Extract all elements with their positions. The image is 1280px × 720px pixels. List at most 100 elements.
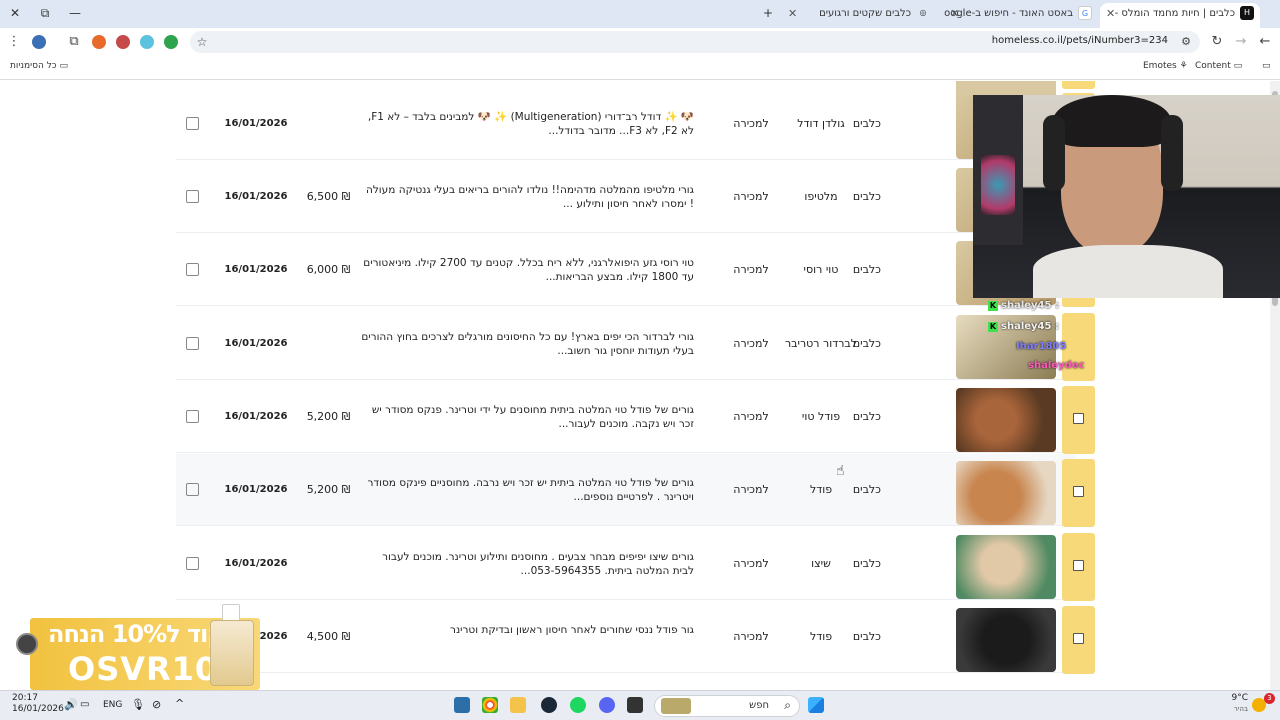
bookmark-folder-icon[interactable]: ▭ (1262, 61, 1271, 71)
chat-message: Kshaley45 : (988, 300, 1059, 311)
listing-date: 16/01/2026 (224, 264, 288, 275)
tab-homeless[interactable]: H כלבים | חיות מחמד הומלס - ✕ (1100, 3, 1260, 28)
tab-quiet-dogs[interactable]: ◎ כלבים שקטים ורגועים ✕ (782, 3, 934, 25)
listing-category: כלבים (852, 263, 881, 276)
maximize-window-button[interactable]: ⧉ (34, 4, 56, 22)
windows-start-icon[interactable] (808, 697, 824, 713)
taskbar-search[interactable]: חפש ⌕ (654, 695, 800, 717)
listing-price: 4,500 ₪ (306, 630, 351, 643)
new-tab-button[interactable]: + (757, 4, 779, 22)
listing-row[interactable]: 16/01/20264,500 ₪גור פודל ננסי שחורים לא… (176, 601, 1076, 673)
url-text[interactable]: homeless.co.il/pets/iNumber3=234 (992, 35, 1168, 46)
extensions-icon[interactable]: ⧉ (66, 34, 82, 50)
network-icon[interactable]: ▭ (80, 699, 89, 710)
open-in-new-icon[interactable] (186, 483, 199, 496)
chrome-icon[interactable] (482, 697, 498, 713)
accessibility-button[interactable] (16, 633, 38, 655)
reload-icon[interactable]: ↻ (1209, 34, 1225, 50)
listing-price: 5,200 ₪ (306, 410, 351, 423)
minimize-window-button[interactable]: — (64, 4, 86, 22)
address-bar[interactable]: ☆ homeless.co.il/pets/iNumber3=234 ⚙ (190, 31, 1200, 53)
select-checkbox[interactable] (1073, 633, 1084, 644)
listing-row[interactable]: 16/01/2026 5,200 ₪ גורים של פודל טוי המלטה… (176, 381, 1076, 453)
open-in-new-icon[interactable] (186, 410, 199, 423)
close-tab-icon[interactable]: ✕ (950, 3, 959, 25)
painting-art (981, 155, 1015, 215)
volume-icon[interactable]: 🔊 (64, 698, 78, 711)
listing-photo[interactable] (956, 461, 1056, 525)
listing-row[interactable]: 16/01/2026 6,500 ₪ גורי מלטיפו מהמלטה מדהי… (176, 161, 1076, 233)
more-menu-icon[interactable]: ⋮ (6, 34, 22, 50)
extension-icon[interactable] (92, 35, 106, 49)
open-in-new-icon[interactable] (186, 557, 199, 570)
forward-arrow-icon[interactable]: → (1233, 34, 1249, 50)
promo-code: OSVR10 (68, 650, 219, 688)
tab-google-search[interactable]: G באסט האונד - חיפוש ב-Google ✕ (944, 3, 1096, 25)
clock[interactable]: 20:17 16/01/2026 (12, 693, 64, 715)
bookmark-label: כל הסימניות (10, 61, 57, 71)
language-indicator[interactable]: ENG (103, 700, 122, 710)
clock-date: 16/01/2026 (12, 704, 64, 714)
close-window-button[interactable]: ✕ (4, 4, 26, 22)
listing-photo[interactable] (956, 388, 1056, 452)
listing-description[interactable]: גורי לברדור הכי יפים בארץ! עם כל החיסוני… (361, 330, 694, 360)
listing-row[interactable]: 16/01/2026 🐶 ✨ דודל רב־דורי (Multigenerat… (176, 88, 1076, 160)
obs-icon[interactable] (627, 697, 643, 713)
listing-row[interactable]: 16/01/2026 גורים שיצו יפיפים מבחר צבעים .… (176, 528, 1076, 600)
select-checkbox[interactable] (1073, 486, 1084, 497)
close-tab-icon[interactable]: ✕ (788, 3, 797, 25)
bookmark-label: Content (1195, 61, 1231, 71)
listing-description[interactable]: גורים שיצו יפיפים מבחר צבעים . מחוסנים ו… (361, 550, 694, 580)
listing-price: 6,000 ₪ (306, 263, 351, 276)
listing-photo[interactable] (956, 535, 1056, 599)
folder-icon[interactable] (510, 697, 526, 713)
chat-message: shaleydec (1028, 360, 1084, 372)
listing-description[interactable]: 🐶 ✨ דודל רב־דורי (Multigeneration) ✨ 🐶 ל… (361, 110, 694, 140)
globe-favicon-icon: ◎ (919, 8, 927, 17)
chevron-up-icon[interactable]: ^ (175, 697, 184, 710)
spotify-icon[interactable] (570, 697, 586, 713)
bookmark-emotes[interactable]: Emotes ⚘ (1143, 61, 1188, 71)
listing-row[interactable]: 16/01/2026 6,000 ₪ טוי רוסי גזע היפואלרגני… (176, 234, 1076, 306)
open-in-new-icon[interactable] (186, 190, 199, 203)
steam-icon[interactable] (541, 697, 557, 713)
select-checkbox[interactable] (1073, 413, 1084, 424)
homeless-favicon-icon: H (1240, 6, 1254, 20)
extension-icon[interactable] (116, 35, 130, 49)
listing-category: כלבים (852, 557, 881, 570)
streamer-shirt (1033, 245, 1223, 298)
weather-widget[interactable]: 9°C בהיר (1228, 693, 1248, 715)
microphone-icon[interactable]: 🎙 (131, 698, 145, 711)
browser-toolbar: ⋮ ⧉ ☆ homeless.co.il/pets/iNumber3=234 ⚙… (0, 28, 1280, 56)
open-in-new-icon[interactable] (186, 117, 199, 130)
listing-photo[interactable] (956, 608, 1056, 672)
close-tab-icon[interactable]: ✕ (1106, 3, 1115, 25)
listing-row[interactable]: 16/01/2026 5,200 ₪ גורים של פודל טוי המלטה… (176, 454, 1076, 526)
listing-description[interactable]: גורי מלטיפו מהמלטה מדהימה!! נולדו להורים… (361, 183, 694, 213)
no-wifi-icon[interactable]: ⊘ (152, 698, 161, 711)
streamer-hair (1053, 95, 1171, 147)
site-settings-icon[interactable]: ⚙ (1178, 34, 1194, 50)
listing-description[interactable]: טוי רוסי גזע היפואלרגני, ללא ריח בכלל. ק… (361, 256, 694, 286)
extension-icon[interactable] (140, 35, 154, 49)
listing-date: 16/01/2026 (224, 118, 288, 129)
bookmark-star-icon[interactable]: ☆ (194, 34, 210, 50)
extension-icon[interactable] (164, 35, 178, 49)
listing-row[interactable]: 16/01/2026 גורי לברדור הכי יפים בארץ! עם … (176, 308, 1076, 380)
back-arrow-icon[interactable]: ← (1257, 34, 1273, 50)
listing-description[interactable]: גור פודל ננסי שחורים לאחר חיסון ראשון וב… (361, 623, 694, 653)
listing-description[interactable]: גורים של פודל טוי המלטה ביתית יש זכר ויש… (361, 476, 694, 506)
taskbar-app-icon[interactable] (454, 697, 470, 713)
chat-message: Ihar1805 (1016, 341, 1066, 353)
listing-category: כלבים (852, 410, 881, 423)
select-checkbox[interactable] (1073, 560, 1084, 571)
profile-avatar[interactable] (32, 35, 46, 49)
search-placeholder: חפש (749, 700, 769, 711)
open-in-new-icon[interactable] (186, 337, 199, 350)
listing-description[interactable]: גורים של פודל טוי המלטה ביתית מחוסנים על… (361, 403, 694, 433)
bookmark-content[interactable]: Content ▭ (1195, 61, 1242, 71)
discord-icon[interactable] (599, 697, 615, 713)
open-in-new-icon[interactable] (186, 263, 199, 276)
bookmark-all[interactable]: כל הסימניות ▭ (10, 61, 68, 71)
listing-price: 5,200 ₪ (306, 483, 351, 496)
